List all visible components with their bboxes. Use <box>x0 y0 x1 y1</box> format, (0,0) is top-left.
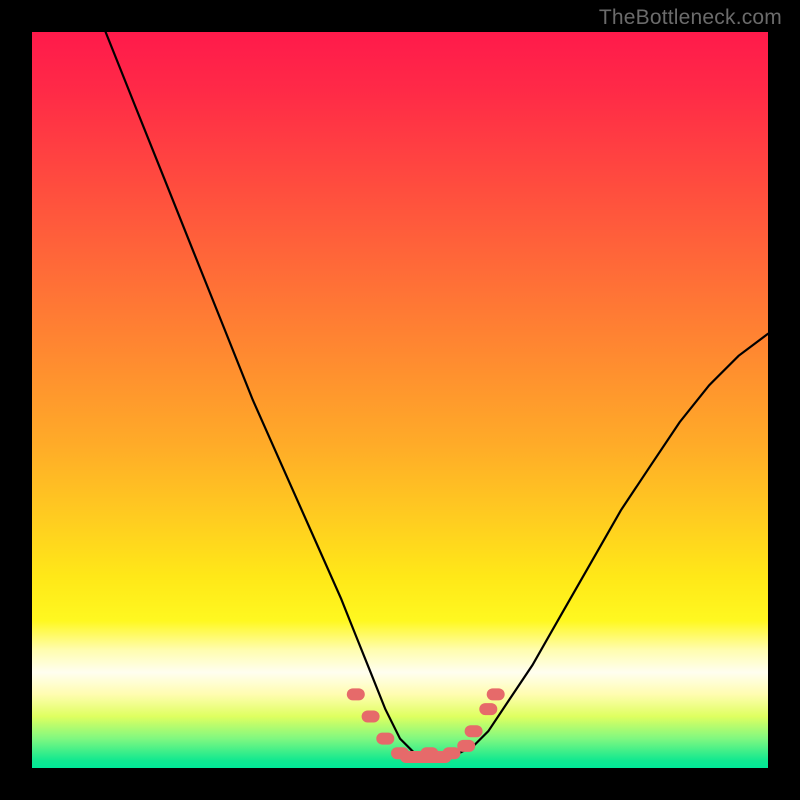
curve-marker <box>347 688 365 700</box>
curve-marker <box>376 733 394 745</box>
curve-marker <box>487 688 505 700</box>
watermark-text: TheBottleneck.com <box>599 6 782 30</box>
curve-marker <box>465 725 483 737</box>
chart-svg <box>32 32 768 768</box>
chart-frame: TheBottleneck.com <box>0 0 800 800</box>
bottleneck-curve <box>106 32 768 761</box>
curve-marker-bar <box>400 751 452 763</box>
curve-marker <box>457 740 475 752</box>
marker-group <box>347 688 505 763</box>
curve-marker <box>479 703 497 715</box>
plot-area <box>32 32 768 768</box>
curve-marker <box>362 711 380 723</box>
